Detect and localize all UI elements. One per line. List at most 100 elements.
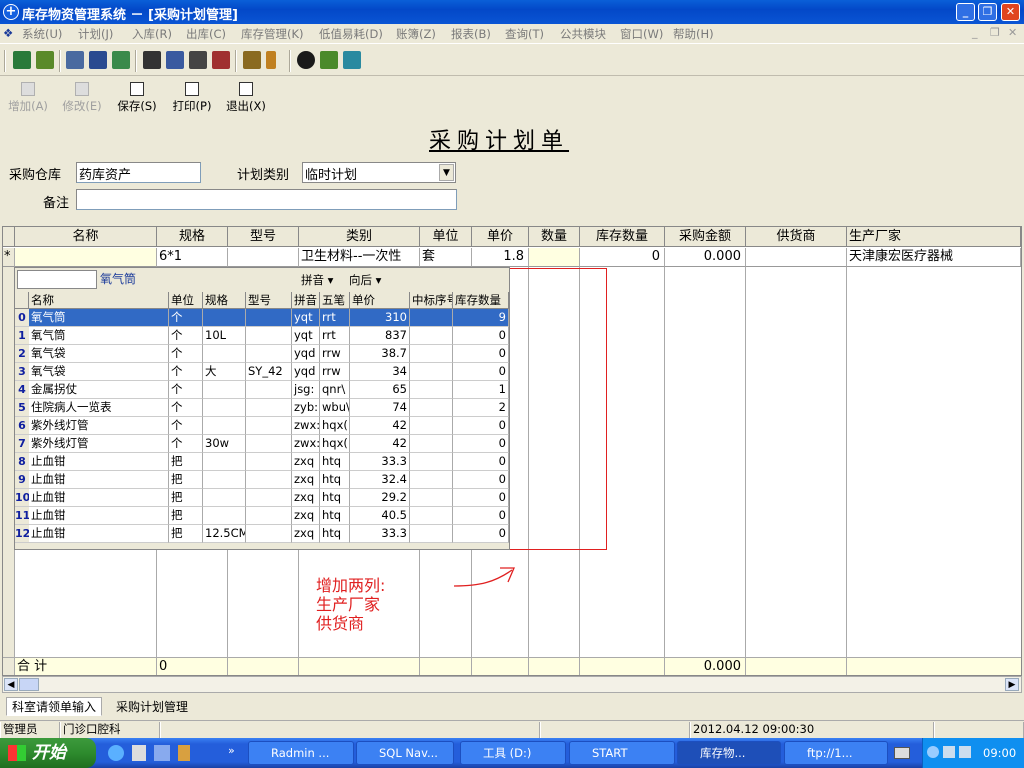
keyboard-icon[interactable] (894, 747, 910, 759)
lookup-cell-model[interactable] (246, 489, 292, 507)
lookup-cell-pinyin[interactable]: zxq (292, 471, 320, 489)
warehouse-input[interactable]: 药库资产 (76, 162, 201, 183)
lookup-cell-spec[interactable] (203, 417, 246, 435)
lookup-cell-price[interactable]: 38.7 (350, 345, 410, 363)
lookup-cell-pinyin[interactable]: zyb: (292, 399, 320, 417)
cell-price[interactable]: 1.8 (472, 248, 529, 267)
grid-icon[interactable] (189, 51, 207, 69)
cell-amount[interactable]: 0.000 (665, 248, 746, 267)
lookup-cell-wubi[interactable]: wbu\ (320, 399, 350, 417)
lookup-cell-stock[interactable]: 0 (453, 363, 509, 381)
lookup-row[interactable]: 4 金属拐仗 个 jsg: qnr\ 65 1 (15, 381, 509, 399)
lookup-cell-stock[interactable]: 0 (453, 345, 509, 363)
lookup-cell-price[interactable]: 74 (350, 399, 410, 417)
lookup-cell-unit[interactable]: 个 (169, 309, 203, 327)
lookup-cell-bid-no[interactable] (410, 309, 453, 327)
lookup-cell-wubi[interactable]: htq (320, 525, 350, 543)
lookup-cell-model[interactable] (246, 327, 292, 345)
lookup-cell-stock[interactable]: 0 (453, 471, 509, 489)
lookup-cell-name[interactable]: 氧气筒 (29, 309, 169, 327)
start-button[interactable]: 开始 (0, 738, 96, 768)
save-button[interactable]: 保存(S) (115, 82, 159, 114)
lookup-row[interactable]: 1 氧气筒 个 10L yqt rrt 837 0 (15, 327, 509, 345)
chevron-down-icon[interactable]: ▼ (439, 164, 454, 181)
lookup-cell-wubi[interactable]: hqx( (320, 417, 350, 435)
lookup-cell-bid-no[interactable] (410, 363, 453, 381)
lookup-cell-spec[interactable] (203, 489, 246, 507)
tray-collapse-icon[interactable] (927, 746, 939, 758)
lookup-cell-name[interactable]: 紫外线灯管 (29, 417, 169, 435)
taskbar-item-radmin[interactable]: Radmin ... (248, 741, 354, 765)
lookup-header-stock[interactable]: 库存数量 (453, 292, 509, 309)
lookup-cell-bid-no[interactable] (410, 489, 453, 507)
lookup-header-model[interactable]: 型号 (246, 292, 292, 309)
lookup-cell-bid-no[interactable] (410, 399, 453, 417)
lookup-cell-name[interactable]: 紫外线灯管 (29, 435, 169, 453)
app-menu-icon[interactable]: ❖ (3, 26, 13, 40)
lookup-row[interactable]: 12 止血钳 把 12.5CM zxq htq 33.3 0 (15, 525, 509, 543)
lookup-row[interactable]: 8 止血钳 把 zxq htq 33.3 0 (15, 453, 509, 471)
lookup-cell-spec[interactable] (203, 471, 246, 489)
search-icon[interactable] (143, 51, 161, 69)
cell-category[interactable]: 卫生材料--一次性 (299, 248, 420, 267)
lookup-cell-bid-no[interactable] (410, 417, 453, 435)
lookup-cell-stock[interactable]: 9 (453, 309, 509, 327)
document-icon[interactable] (66, 51, 84, 69)
lookup-cell-pinyin[interactable]: zxq (292, 525, 320, 543)
lookup-cell-price[interactable]: 33.3 (350, 453, 410, 471)
lookup-cell-model[interactable] (246, 435, 292, 453)
cell-spec[interactable]: 6*1 (157, 248, 228, 267)
lookup-cell-name[interactable]: 住院病人一览表 (29, 399, 169, 417)
column-header-category[interactable]: 类别 (299, 227, 420, 247)
lookup-cell-pinyin[interactable]: yqd (292, 363, 320, 381)
lookup-cell-name[interactable]: 止血钳 (29, 453, 169, 471)
lookup-cell-unit[interactable]: 个 (169, 345, 203, 363)
menu-inbound[interactable]: 入库(R) (132, 26, 172, 42)
lookup-cell-model[interactable] (246, 507, 292, 525)
network-icon[interactable] (959, 746, 971, 758)
menu-ledger[interactable]: 账簿(Z) (396, 26, 436, 42)
lookup-cell-spec[interactable] (203, 399, 246, 417)
lookup-cell-pinyin[interactable]: zwx: (292, 435, 320, 453)
mdi-restore-button[interactable]: ❐ (990, 26, 1000, 39)
edit-list-icon[interactable] (166, 51, 184, 69)
lookup-cell-name[interactable]: 止血钳 (29, 525, 169, 543)
lookup-header-bid-no[interactable]: 中标序号 (410, 292, 453, 309)
lookup-cell-pinyin[interactable]: zwx: (292, 417, 320, 435)
lookup-cell-name[interactable]: 金属拐仗 (29, 381, 169, 399)
column-header-name[interactable]: 名称 (15, 227, 157, 247)
quicklaunch-expand-icon[interactable]: » (228, 744, 235, 757)
login-icon[interactable] (13, 51, 31, 69)
edit-button[interactable]: 修改(E) (60, 82, 104, 114)
ie-icon[interactable] (108, 745, 124, 761)
lookup-cell-pinyin[interactable]: zxq (292, 489, 320, 507)
cell-model[interactable] (228, 248, 299, 267)
quicklaunch-icon[interactable] (178, 745, 190, 761)
menu-window[interactable]: 窗口(W) (620, 26, 663, 42)
cell-stock[interactable]: 0 (580, 248, 665, 267)
lookup-cell-price[interactable]: 837 (350, 327, 410, 345)
lookup-cell-unit[interactable]: 个 (169, 381, 203, 399)
menu-reports[interactable]: 报表(B) (451, 26, 491, 42)
lookup-cell-price[interactable]: 32.4 (350, 471, 410, 489)
lookup-cell-model[interactable] (246, 453, 292, 471)
horizontal-scrollbar[interactable]: ◀ ▶ (2, 676, 1022, 693)
column-header-spec[interactable]: 规格 (157, 227, 228, 247)
lookup-cell-model[interactable] (246, 471, 292, 489)
lookup-cell-bid-no[interactable] (410, 381, 453, 399)
add-button[interactable]: 增加(A) (6, 82, 50, 114)
thermometer-icon[interactable] (266, 51, 276, 69)
plan-type-select[interactable]: 临时计划 ▼ (302, 162, 456, 183)
item-lookup-popup[interactable]: 氧气筒 拼音 ▾ 向后 ▾ 名称 单位 规格 型号 拼音 五笔 单价 中标序号 … (14, 267, 510, 550)
notepad-icon[interactable] (132, 745, 146, 761)
lookup-cell-unit[interactable]: 个 (169, 417, 203, 435)
lookup-search-input[interactable] (17, 270, 97, 289)
lookup-cell-bid-no[interactable] (410, 453, 453, 471)
lookup-cell-unit[interactable]: 个 (169, 399, 203, 417)
lookup-cell-name[interactable]: 氧气袋 (29, 363, 169, 381)
lookup-cell-spec[interactable] (203, 453, 246, 471)
stop-icon[interactable] (297, 51, 315, 69)
menu-query[interactable]: 查询(T) (505, 26, 544, 42)
scroll-left-button[interactable]: ◀ (4, 678, 18, 691)
lookup-cell-price[interactable]: 34 (350, 363, 410, 381)
